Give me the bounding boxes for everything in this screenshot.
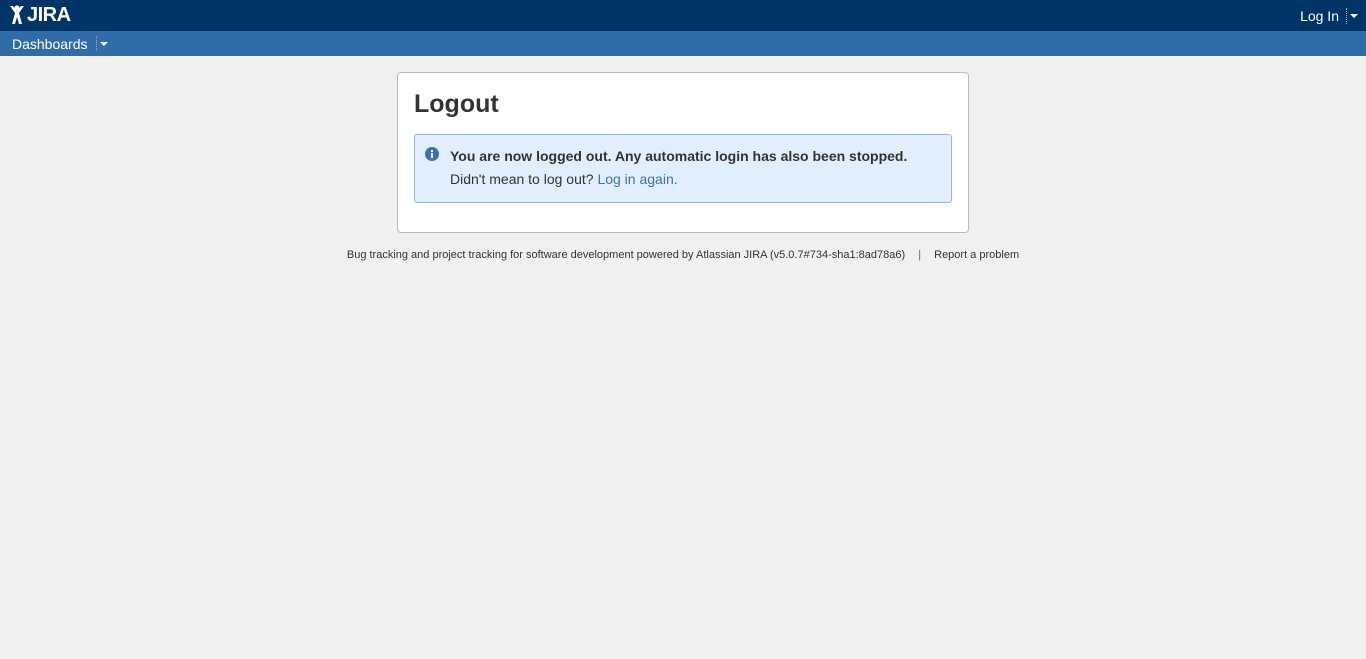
info-icon <box>425 147 439 161</box>
chevron-down-icon[interactable] <box>99 41 108 46</box>
login-menu: Log In <box>1300 0 1358 31</box>
logo-text: JIRA <box>27 4 71 26</box>
menu-separator <box>1346 7 1347 24</box>
login-button[interactable]: Log In <box>1300 8 1339 24</box>
nav-bar: Dashboards <box>0 31 1366 56</box>
dashboards-link[interactable]: Dashboards <box>12 36 88 52</box>
message-body: Didn't mean to log out? Log in again. <box>450 171 678 187</box>
menu-separator <box>95 36 97 51</box>
footer: Bug tracking and project tracking for so… <box>0 249 1366 261</box>
footer-text: Bug tracking and project tracking for so… <box>346 249 906 261</box>
message-title: You are now logged out. Any automatic lo… <box>450 148 908 164</box>
page-title: Logout <box>414 90 499 118</box>
chevron-down-icon[interactable] <box>1350 13 1358 18</box>
jira-logo[interactable]: JIRA <box>8 3 71 27</box>
info-message: You are now logged out. Any automatic lo… <box>414 134 952 203</box>
footer-separator: | <box>918 249 922 261</box>
message-body-text: Didn't mean to log out? <box>450 171 594 187</box>
top-header: JIRA Log In <box>0 0 1366 31</box>
dashboards-menu: Dashboards <box>12 31 108 56</box>
log-in-again-link[interactable]: Log in again. <box>597 171 677 187</box>
report-problem-link[interactable]: Report a problem <box>934 249 1019 261</box>
jira-logo-icon <box>10 5 24 24</box>
logout-panel: Logout You are now logged out. Any autom… <box>397 72 969 233</box>
